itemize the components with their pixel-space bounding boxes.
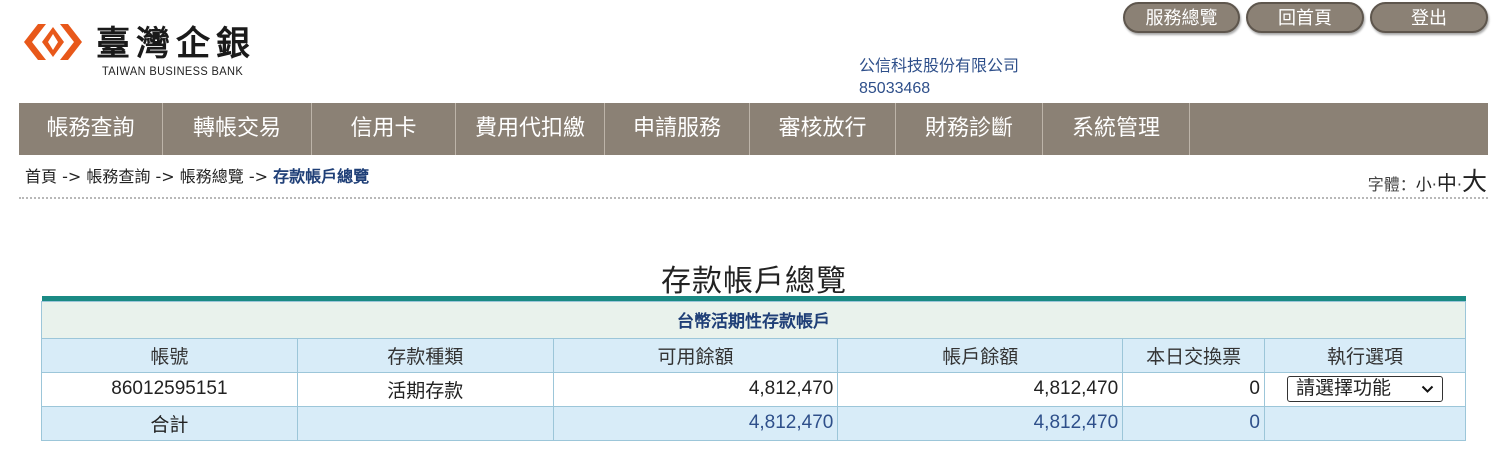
cell-available-balance: 4,812,470 <box>552 371 839 407</box>
breadcrumb-separator: -> <box>150 167 180 186</box>
service-overview-button[interactable]: 服務總覽 <box>1123 2 1240 33</box>
breadcrumb-separator: -> <box>57 167 87 186</box>
breadcrumb-current: 存款帳戶總覽 <box>273 167 370 186</box>
nav-item-fee-payment[interactable]: 費用代扣繳 <box>456 103 605 155</box>
table-row: 86012595151 活期存款 4,812,470 4,812,470 0 請… <box>41 371 1466 407</box>
breadcrumb-account-overview[interactable]: 帳務總覽 <box>180 167 244 186</box>
nav-item-transfer[interactable]: 轉帳交易 <box>163 103 312 155</box>
cell-deposit-type: 活期存款 <box>296 371 554 407</box>
breadcrumb-divider <box>19 197 1488 199</box>
table-caption-row: 台幣活期性存款帳戶 <box>41 300 1466 339</box>
cell-exchange-check: 0 <box>1122 371 1265 407</box>
chevron-down-icon <box>1421 385 1434 393</box>
main-nav: 帳務查詢 轉帳交易 信用卡 費用代扣繳 申請服務 審核放行 財務診斷 系統管理 <box>19 103 1488 155</box>
nav-item-credit-card[interactable]: 信用卡 <box>312 103 456 155</box>
company-name: 公信科技股份有限公司 <box>859 58 1020 75</box>
breadcrumb-account-inquiry[interactable]: 帳務查詢 <box>86 167 150 186</box>
total-empty-cell <box>1264 405 1466 441</box>
font-size-medium-button[interactable]: 中 <box>1437 171 1457 195</box>
breadcrumb-separator: -> <box>243 167 274 186</box>
total-available-balance: 4,812,470 <box>552 405 839 441</box>
font-size-label: 字體： <box>1367 175 1416 194</box>
top-button-group: 服務總覽 回首頁 登出 <box>1123 2 1488 33</box>
nav-item-financial-diagnosis[interactable]: 財務診斷 <box>896 103 1043 155</box>
breadcrumb-home[interactable]: 首頁 <box>25 167 57 186</box>
action-select-value: 請選擇功能 <box>1296 378 1392 399</box>
page-title: 存款帳戶總覽 <box>661 264 847 299</box>
table-total-row: 合計 4,812,470 4,812,470 0 <box>41 405 1466 441</box>
font-size-large-button[interactable]: 大 <box>1462 167 1487 196</box>
logout-button[interactable]: 登出 <box>1370 2 1488 33</box>
cell-action: 請選擇功能 <box>1264 371 1466 407</box>
total-label: 合計 <box>41 405 298 441</box>
nav-item-application[interactable]: 申請服務 <box>605 103 750 155</box>
col-header-account: 帳號 <box>41 337 298 373</box>
bank-logo-icon <box>24 24 82 60</box>
col-header-actions: 執行選項 <box>1264 337 1466 373</box>
font-size-small-button[interactable]: 小 <box>1416 175 1432 194</box>
home-button[interactable]: 回首頁 <box>1246 2 1364 33</box>
col-header-deposit-type: 存款種類 <box>296 337 554 373</box>
action-select[interactable]: 請選擇功能 <box>1287 376 1443 402</box>
total-empty-cell <box>296 405 554 441</box>
total-exchange-check: 0 <box>1122 405 1265 441</box>
col-header-available-balance: 可用餘額 <box>552 337 839 373</box>
cell-account-balance: 4,812,470 <box>837 371 1124 407</box>
total-account-balance: 4,812,470 <box>837 405 1124 441</box>
nav-item-account-inquiry[interactable]: 帳務查詢 <box>19 103 163 155</box>
breadcrumb: 首頁 -> 帳務查詢 -> 帳務總覽 -> 存款帳戶總覽 <box>25 166 369 188</box>
company-id: 85033468 <box>859 80 931 97</box>
col-header-account-balance: 帳戶餘額 <box>837 337 1124 373</box>
bank-name-en: TAIWAN BUSINESS BANK <box>102 64 244 78</box>
bank-logo[interactable]: 臺灣企銀 TAIWAN BUSINESS BANK <box>22 18 282 84</box>
company-info: 公信科技股份有限公司 85033468 <box>859 56 1019 100</box>
col-header-exchange-check: 本日交換票 <box>1122 337 1265 373</box>
nav-item-approval[interactable]: 審核放行 <box>750 103 896 155</box>
bank-name-cn: 臺灣企銀 <box>96 24 256 64</box>
table-caption: 台幣活期性存款帳戶 <box>41 300 1466 339</box>
cell-account-number: 86012595151 <box>41 371 298 407</box>
font-size-switcher: 字體：小·中·大 <box>1368 162 1487 198</box>
nav-item-system-management[interactable]: 系統管理 <box>1043 103 1190 155</box>
table-header-row: 帳號 存款種類 可用餘額 帳戶餘額 本日交換票 執行選項 <box>41 337 1466 373</box>
deposit-accounts-table: 台幣活期性存款帳戶 帳號 存款種類 可用餘額 帳戶餘額 本日交換票 執行選項 8… <box>41 296 1466 441</box>
